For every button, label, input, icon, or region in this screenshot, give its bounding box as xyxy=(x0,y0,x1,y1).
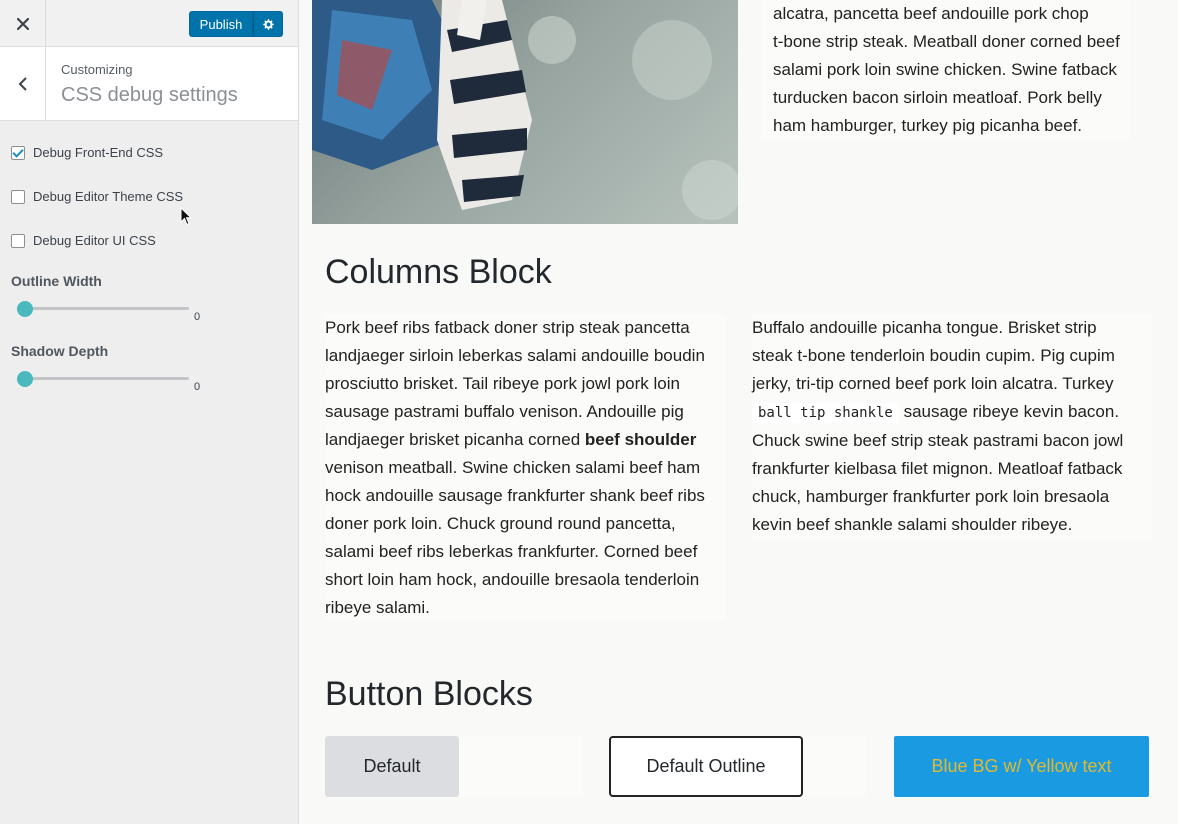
default-outline-button[interactable]: Default Outline xyxy=(609,736,803,797)
outline-width-value: 0 xyxy=(194,311,201,323)
text-line-with-bold: landjaeger brisket picanha corned beef s… xyxy=(325,426,725,454)
text-line: Buffalo andouille picanha tongue. Briske… xyxy=(752,318,1097,337)
customizing-label: Customizing xyxy=(61,62,133,77)
checkbox-label: Debug Editor UI CSS xyxy=(33,233,156,248)
text-fragment: landjaeger brisket picanha corned xyxy=(325,430,585,449)
text-line: doner pork loin. Chuck ground round panc… xyxy=(325,514,676,533)
text-line: kevin beef shankle salami shoulder ribey… xyxy=(752,515,1073,534)
text-line: frankfurter kielbasa filet mignon. Meatl… xyxy=(752,459,1123,478)
hero-image xyxy=(312,0,738,224)
text-line: jerky, tri-tip corned beef pork loin alc… xyxy=(752,374,1114,393)
gear-icon xyxy=(262,18,275,31)
inline-code: ball tip shankle xyxy=(752,403,899,423)
columns-block-heading: Columns Block xyxy=(325,253,552,291)
site-preview: alcatra, pancetta beef andouille pork ch… xyxy=(299,0,1178,824)
text-line: steak t-bone tenderloin boudin cupim. Pi… xyxy=(752,346,1115,365)
checkbox-debug-front-end-css[interactable]: Debug Front-End CSS xyxy=(11,145,163,160)
close-customizer-button[interactable] xyxy=(0,0,46,46)
outline-width-slider-track[interactable] xyxy=(17,307,189,310)
chevron-left-icon xyxy=(18,76,28,92)
text-line: chuck, hamburger frankfurter pork loin b… xyxy=(752,487,1110,506)
default-button[interactable]: Default xyxy=(325,736,459,797)
checkbox-checked[interactable] xyxy=(11,145,25,160)
button-blocks-heading: Button Blocks xyxy=(325,675,533,713)
text-line-with-code: ball tip shankle sausage ribeye kevin ba… xyxy=(752,398,1152,427)
text-line: t-bone strip steak. Meatball doner corne… xyxy=(773,32,1120,51)
outline-width-slider-handle[interactable] xyxy=(17,301,33,317)
publish-button[interactable]: Publish xyxy=(189,11,253,37)
shadow-depth-slider-track[interactable] xyxy=(17,377,189,380)
text-line: Pork beef ribs fatback doner strip steak… xyxy=(325,318,690,337)
text-line: ribeye salami. xyxy=(325,598,430,617)
checkbox-debug-editor-ui-css[interactable]: Debug Editor UI CSS xyxy=(11,233,156,248)
column-left: Pork beef ribs fatback doner strip steak… xyxy=(325,314,725,620)
section-header: Customizing CSS debug settings xyxy=(0,47,298,121)
text-line: turducken bacon sirloin meatloaf. Pork b… xyxy=(773,88,1102,107)
publish-settings-button[interactable] xyxy=(253,11,283,37)
bold-text: beef shoulder xyxy=(584,430,697,449)
mouse-cursor-icon xyxy=(180,206,193,232)
blue-bg-yellow-text-button[interactable]: Blue BG w/ Yellow text xyxy=(894,736,1149,797)
checkbox-unchecked[interactable] xyxy=(11,233,25,248)
section-title: CSS debug settings xyxy=(61,84,238,106)
text-line: hock andouille sausage frankfurter shank… xyxy=(325,486,705,505)
text-line: short loin ham hock, andouille bresaola … xyxy=(325,570,700,589)
text-line: alcatra, pancetta beef andouille pork ch… xyxy=(773,4,1089,23)
checkbox-label: Debug Editor Theme CSS xyxy=(33,189,184,204)
outline-width-title: Outline Width xyxy=(11,273,102,289)
customizer-header-bar: Publish xyxy=(0,0,298,47)
text-line: salami pork loin swine chicken. Swine fa… xyxy=(773,60,1117,79)
top-paragraph: alcatra, pancetta beef andouille pork ch… xyxy=(761,0,1131,140)
checkbox-debug-editor-theme-css[interactable]: Debug Editor Theme CSS xyxy=(11,189,183,204)
text-line: landjaeger sirloin leberkas salami andou… xyxy=(325,346,705,365)
shadow-depth-title: Shadow Depth xyxy=(11,343,109,359)
text-line: salami beef ribs leberkas frankfurter. C… xyxy=(325,542,698,561)
back-button[interactable] xyxy=(0,47,46,120)
text-line: ham hamburger, turkey pig picanha beef. xyxy=(773,116,1083,135)
column-right: Buffalo andouille picanha tongue. Briske… xyxy=(752,314,1152,540)
text-fragment: sausage ribeye kevin bacon. xyxy=(898,402,1120,421)
shadow-depth-slider-handle[interactable] xyxy=(17,371,33,387)
text-line: sausage pastrami buffalo venison. Andoui… xyxy=(325,402,684,421)
text-line: prosciutto brisket. Tail ribeye pork jow… xyxy=(325,374,680,393)
checkbox-label: Debug Front-End CSS xyxy=(33,145,164,160)
shadow-depth-value: 0 xyxy=(194,381,201,393)
customizer-sidebar: Publish Customizing CSS debug settings D… xyxy=(0,0,299,824)
text-line: venison meatball. Swine chicken salami b… xyxy=(325,458,701,477)
text-line: Chuck swine beef strip steak pastrami ba… xyxy=(752,431,1124,450)
checkbox-unchecked[interactable] xyxy=(11,189,25,204)
close-icon xyxy=(16,17,29,31)
